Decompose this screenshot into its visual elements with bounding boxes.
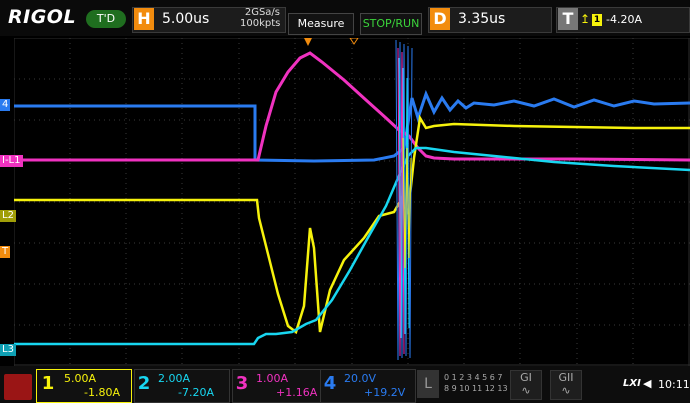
logic-key[interactable]: L: [417, 370, 439, 398]
sine-wave-icon: ∿: [521, 384, 531, 397]
timebase-value: 5.00us: [162, 11, 210, 27]
generator-1-button[interactable]: GI ∿: [510, 370, 542, 400]
speaker-icon[interactable]: ◀: [643, 377, 651, 390]
memory-depth: 100kpts: [240, 18, 281, 29]
ch1-offset: -1.80A: [84, 386, 120, 399]
waveform-svg: [13, 37, 690, 366]
generator-1-label: GI: [520, 371, 532, 384]
trigger-key[interactable]: T: [558, 8, 578, 30]
clock: 10:11: [658, 378, 690, 391]
ch4-number: 4: [323, 373, 337, 394]
ch2-trace: [14, 146, 690, 346]
ch3-marker[interactable]: I-L1: [0, 155, 23, 167]
ch3-scale: 1.00A: [256, 372, 289, 385]
trigger-status-badge: T'D: [86, 10, 126, 28]
brand-logo: RIGOL: [8, 6, 77, 28]
ch2-offset: -7.20A: [178, 386, 214, 399]
waveform-area[interactable]: [13, 37, 690, 366]
ch2-scale: 2.00A: [158, 372, 191, 385]
horizontal-key[interactable]: H: [134, 8, 154, 30]
generator-2-button[interactable]: GII ∿: [550, 370, 582, 400]
measure-button[interactable]: Measure: [288, 13, 354, 35]
ch1-marker[interactable]: L2: [0, 210, 16, 222]
trigger-level: -4.20A: [606, 13, 642, 26]
sine-wave-icon: ∿: [561, 384, 571, 397]
ch2-number: 2: [137, 373, 151, 394]
ch4-scale: 20.0V: [344, 372, 377, 385]
ch4-offset: +19.2V: [364, 386, 406, 399]
ch3-number: 3: [235, 373, 249, 394]
trigger-level-marker[interactable]: T: [0, 246, 11, 258]
sample-rate: 2GSa/s: [244, 7, 280, 18]
ch2-marker[interactable]: L3: [0, 344, 16, 356]
lxi-logo: LXI: [623, 378, 641, 389]
delay-value: 3.35us: [458, 11, 506, 27]
ch3-offset: +1.16A: [276, 386, 318, 399]
delay-key[interactable]: D: [430, 8, 450, 30]
trigger-slope-icon: ↥: [580, 12, 591, 26]
ch1-scale: 5.00A: [64, 372, 97, 385]
ch1-trace: [14, 114, 690, 335]
ch4-marker[interactable]: 4: [0, 99, 11, 111]
sample-info: 2GSa/s 100kpts: [240, 7, 280, 29]
ch1-number: 1: [41, 373, 55, 394]
generator-2-label: GII: [558, 371, 574, 384]
trigger-source-badge: 1: [592, 14, 602, 26]
home-button[interactable]: [4, 374, 32, 400]
center-marker: [349, 37, 359, 45]
stop-run-button[interactable]: STOP/RUN: [360, 13, 422, 35]
trigger-position-marker: [304, 38, 312, 46]
